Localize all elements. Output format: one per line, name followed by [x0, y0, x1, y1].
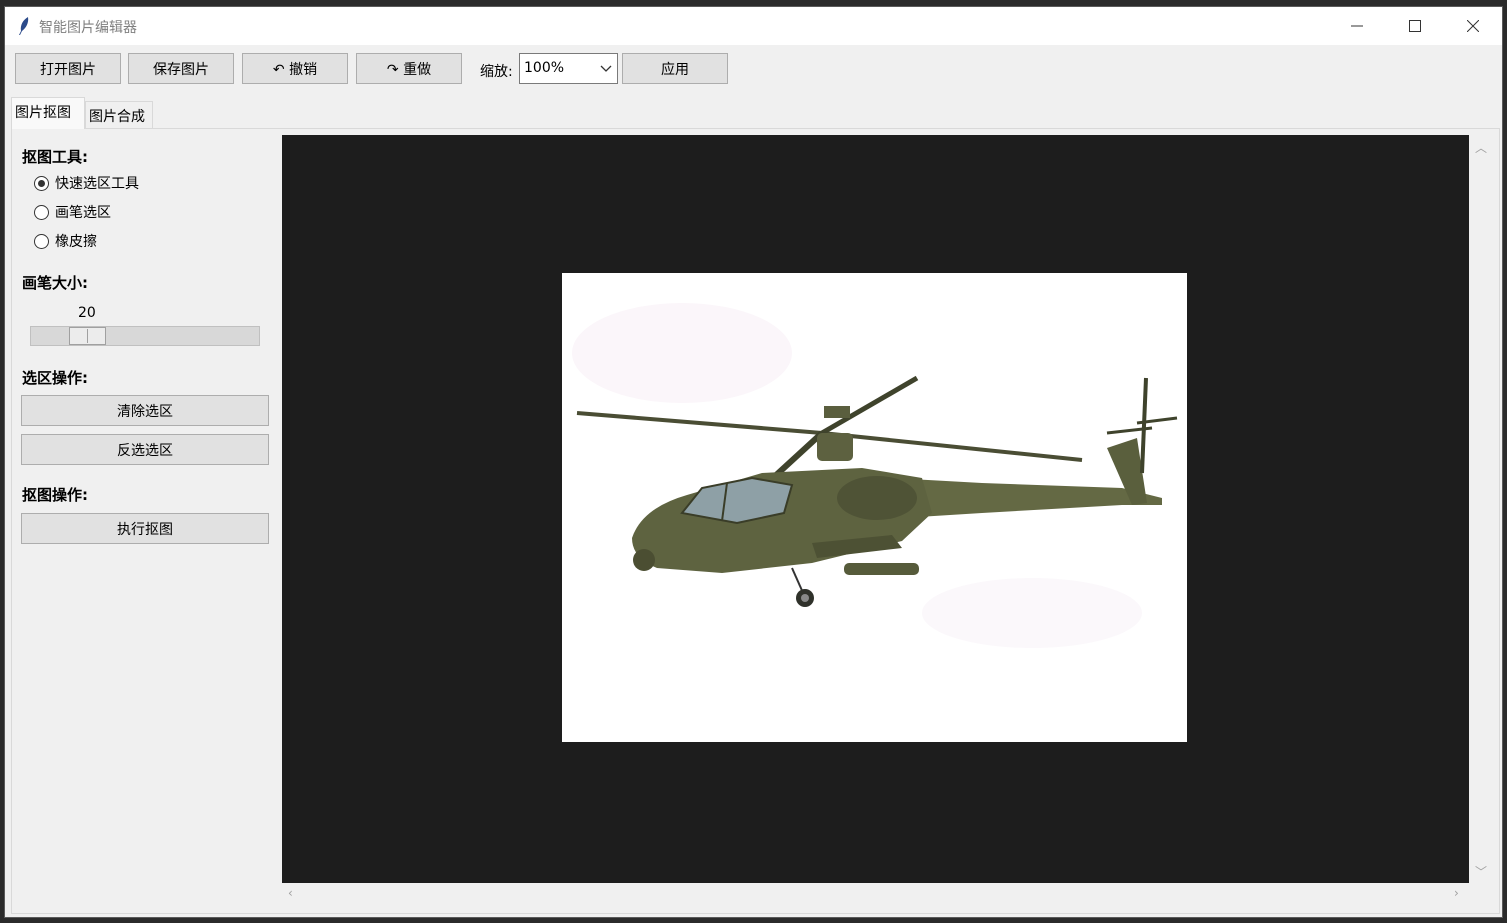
open-image-button[interactable]: 打开图片 — [15, 53, 121, 84]
radio-label: 画笔选区 — [55, 205, 111, 221]
brush-size-title: 画笔大小: — [22, 274, 88, 292]
maximize-button[interactable] — [1386, 7, 1444, 45]
zoom-value: 100% — [524, 60, 565, 76]
vertical-scrollbar[interactable]: ︿ ﹀ — [1470, 135, 1490, 883]
scroll-left-icon[interactable]: ‹ — [288, 886, 293, 900]
brush-size-slider[interactable] — [30, 326, 260, 346]
minimize-icon — [1351, 25, 1363, 27]
image-canvas[interactable] — [282, 135, 1469, 883]
helicopter-image — [562, 273, 1187, 742]
scroll-up-icon[interactable]: ︿ — [1475, 139, 1487, 156]
feather-icon — [19, 17, 29, 35]
radio-indicator — [34, 204, 49, 220]
close-icon — [1467, 20, 1479, 32]
redo-button[interactable]: ↷ 重做 — [356, 53, 462, 84]
radio-label: 橡皮擦 — [55, 234, 97, 250]
save-image-button[interactable]: 保存图片 — [128, 53, 234, 84]
tools-section-title: 抠图工具: — [22, 148, 88, 166]
helicopter-graphic — [572, 303, 1178, 648]
title-bar: 智能图片编辑器 — [5, 7, 1502, 45]
scroll-down-icon[interactable]: ﹀ — [1475, 863, 1487, 880]
maximize-icon — [1409, 20, 1421, 32]
tab-composite[interactable]: 图片合成 — [85, 101, 153, 129]
slider-thumb[interactable] — [69, 327, 106, 345]
zoom-label: 缩放: — [480, 64, 513, 80]
quick-select-tool-radio[interactable]: 快速选区工具 — [34, 173, 139, 193]
brush-size-value: 20 — [78, 305, 96, 321]
chevron-down-icon — [600, 65, 612, 72]
radio-indicator — [34, 175, 49, 191]
execute-cutout-button[interactable]: 执行抠图 — [21, 513, 269, 544]
cutout-tab-panel: 抠图工具: 快速选区工具 画笔选区 橡皮擦 画笔大小: 20 选区操作: 清除选… — [11, 128, 1500, 914]
app-window: 智能图片编辑器 打开图片 保存图片 ↶ 撤销 ↷ 重做 缩放: 100% 应用 … — [4, 6, 1503, 918]
zoom-select[interactable]: 100% — [519, 53, 618, 84]
selection-ops-title: 选区操作: — [22, 369, 88, 387]
radio-indicator — [34, 233, 49, 249]
cutout-ops-title: 抠图操作: — [22, 486, 88, 504]
undo-button[interactable]: ↶ 撤销 — [242, 53, 348, 84]
horizontal-scrollbar[interactable]: ‹ › — [282, 883, 1469, 903]
brush-select-tool-radio[interactable]: 画笔选区 — [34, 202, 111, 222]
invert-selection-button[interactable]: 反选选区 — [21, 434, 269, 465]
radio-label: 快速选区工具 — [55, 176, 139, 192]
toolbar: 打开图片 保存图片 ↶ 撤销 ↷ 重做 缩放: 100% 应用 — [5, 45, 1502, 93]
scroll-right-icon[interactable]: › — [1454, 886, 1459, 900]
close-button[interactable] — [1444, 7, 1502, 45]
apply-zoom-button[interactable]: 应用 — [622, 53, 728, 84]
window-title: 智能图片编辑器 — [39, 20, 137, 36]
eraser-tool-radio[interactable]: 橡皮擦 — [34, 231, 97, 251]
clear-selection-button[interactable]: 清除选区 — [21, 395, 269, 426]
tab-cutout[interactable]: 图片抠图 — [11, 97, 85, 129]
minimize-button[interactable] — [1328, 7, 1386, 45]
